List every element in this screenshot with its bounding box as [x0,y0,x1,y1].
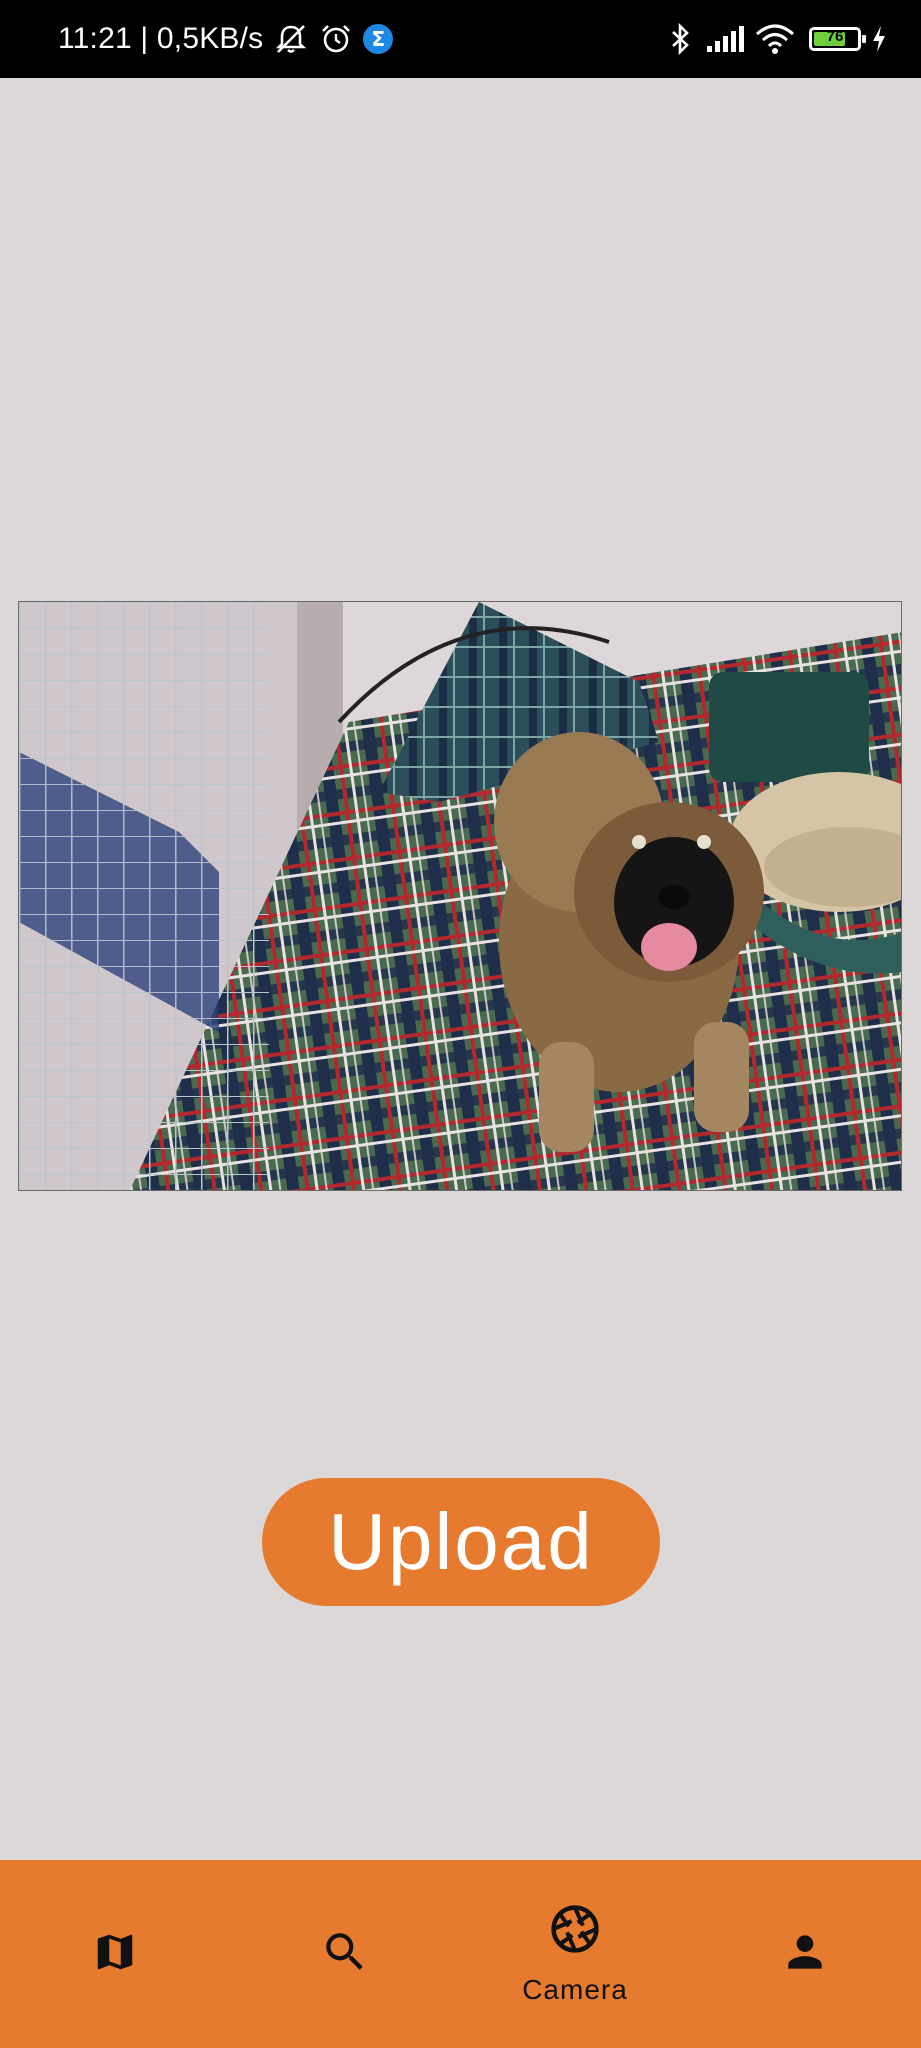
sigma-app-icon: Σ [363,24,394,54]
wifi-icon [755,23,795,55]
nav-label-camera: Camera [522,1974,628,2005]
upload-button[interactable]: Upload [262,1478,660,1606]
status-right: 76 [665,22,887,56]
camera-aperture-icon [548,1902,602,1960]
dog-on-bed-image [19,602,901,1190]
nav-item-profile[interactable] [690,1860,920,2048]
charging-icon [871,25,887,53]
alarm-icon [319,23,353,55]
status-time-speed: 11:21 | 0,5KB/s [58,22,264,55]
map-icon [92,1929,138,1979]
photo-preview [18,601,902,1191]
bluetooth-icon [665,22,695,56]
bottom-navigation: Camera [0,1860,921,2048]
mute-notifications-icon [273,23,309,55]
person-icon [780,1927,830,1981]
battery-level-text: 76 [826,28,844,45]
search-icon [320,1927,370,1981]
signal-icon [705,24,745,54]
status-left: 11:21 | 0,5KB/s Σ [58,22,394,56]
battery-icon: 76 [809,27,866,51]
nav-item-map[interactable] [0,1860,230,2048]
nav-item-camera[interactable]: Camera [460,1860,690,2048]
status-bar: 11:21 | 0,5KB/s Σ 76 [0,0,921,78]
nav-item-search[interactable] [230,1860,460,2048]
